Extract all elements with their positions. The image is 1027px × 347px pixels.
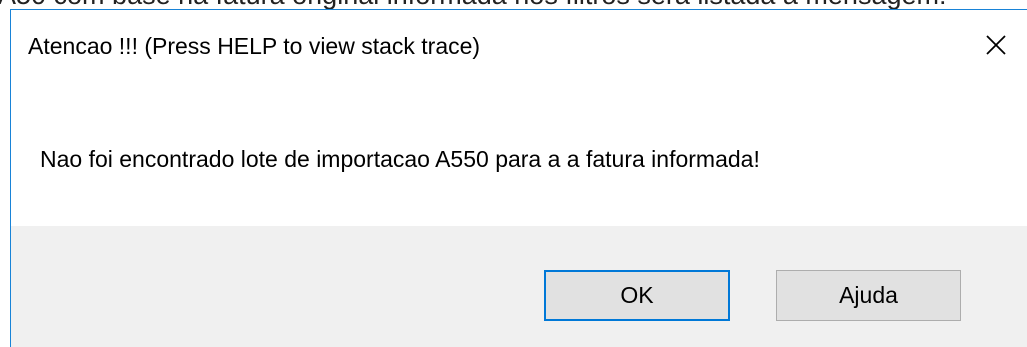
ok-button[interactable]: OK <box>544 270 730 321</box>
close-button[interactable] <box>965 14 1027 76</box>
dialog-title: Atencao !!! (Press HELP to view stack tr… <box>28 33 481 59</box>
screenshot-root: A50 com base na fatura original informad… <box>0 0 1027 347</box>
message-dialog: Atencao !!! (Press HELP to view stack tr… <box>10 9 1027 347</box>
close-icon <box>986 35 1006 55</box>
dialog-message: Nao foi encontrado lote de importacao A5… <box>40 146 760 172</box>
dialog-titlebar[interactable]: Atencao !!! (Press HELP to view stack tr… <box>11 10 1027 76</box>
help-button[interactable]: Ajuda <box>776 270 961 321</box>
dialog-footer: OK Ajuda <box>11 226 1027 347</box>
